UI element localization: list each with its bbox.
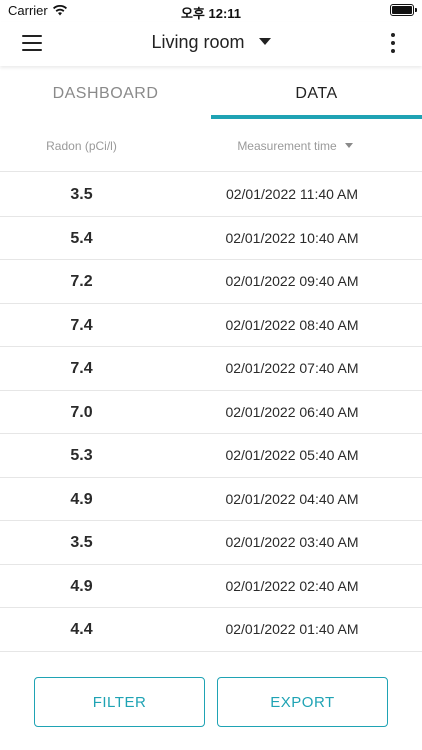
radon-value: 7.4 — [70, 360, 93, 377]
radon-value: 7.2 — [70, 273, 93, 290]
radon-value: 5.4 — [70, 229, 93, 247]
radon-value: 4.9 — [70, 577, 93, 595]
measurement-time: 02/01/2022 09:40 AM — [225, 273, 359, 289]
radon-value: 3.5 — [70, 186, 93, 203]
time-column-header[interactable]: Measurement time — [215, 139, 375, 153]
radon-value: 4.4 — [70, 621, 93, 638]
measurement-time: 02/01/2022 02:40 AM — [225, 577, 359, 594]
radon-value: 3.5 — [70, 534, 93, 551]
measurement-time: 02/01/2022 11:40 AM — [225, 186, 359, 202]
radon-column-header: Radon (pCi/l) — [46, 139, 117, 153]
table-row: 4.9 02/01/2022 02:40 AM — [0, 565, 422, 608]
measurement-time: 02/01/2022 04:40 AM — [225, 490, 359, 507]
room-selector[interactable]: Living room — [0, 32, 422, 53]
measurement-time: 02/01/2022 07:40 AM — [225, 360, 359, 376]
active-tab-indicator — [211, 115, 422, 119]
tab-bar: DASHBOARD DATA — [0, 72, 422, 119]
export-button[interactable]: EXPORT — [217, 677, 388, 727]
table-row: 5.3 02/01/2022 05:40 AM — [0, 434, 422, 478]
table-row: 7.0 02/01/2022 06:40 AM — [0, 391, 422, 434]
radon-value: 4.9 — [70, 490, 93, 508]
table-row: 4.9 02/01/2022 04:40 AM — [0, 478, 422, 521]
filter-button[interactable]: FILTER — [34, 677, 205, 727]
table-row: 7.4 02/01/2022 07:40 AM — [0, 347, 422, 391]
room-title: Living room — [151, 32, 245, 52]
table-row: 3.5 02/01/2022 11:40 AM — [0, 173, 422, 217]
table-row: 4.4 02/01/2022 01:40 AM — [0, 608, 422, 652]
status-bar: Carrier 오후 12:11 — [0, 0, 422, 22]
clock: 오후 12:11 — [180, 6, 242, 21]
measurement-time: 02/01/2022 08:40 AM — [225, 316, 359, 333]
sort-down-icon — [344, 143, 353, 148]
time-column-label: Measurement time — [237, 139, 337, 153]
measurement-time: 02/01/2022 06:40 AM — [225, 403, 359, 420]
table-header: Radon (pCi/l) Measurement time — [0, 120, 422, 172]
table-row: 5.4 02/01/2022 10:40 AM — [0, 217, 422, 260]
measurement-list: 3.5 02/01/2022 11:40 AM 5.4 02/01/2022 10:… — [0, 173, 422, 652]
measurement-time: 02/01/2022 05:40 AM — [225, 447, 359, 463]
radon-value: 5.3 — [70, 447, 93, 464]
table-row: 3.5 02/01/2022 03:40 AM — [0, 521, 422, 565]
tab-data[interactable]: DATA — [211, 72, 422, 118]
measurement-time: 02/01/2022 01:40 AM — [225, 621, 359, 637]
measurement-time: 02/01/2022 10:40 AM — [225, 229, 359, 246]
chevron-down-icon — [258, 37, 271, 45]
table-row: 7.4 02/01/2022 08:40 AM — [0, 304, 422, 347]
battery-icon — [390, 4, 417, 16]
table-row: 7.2 02/01/2022 09:40 AM — [0, 260, 422, 304]
radon-value: 7.4 — [70, 316, 93, 334]
tab-dashboard[interactable]: DASHBOARD — [0, 72, 211, 118]
more-vertical-icon[interactable] — [390, 33, 396, 53]
measurement-time: 02/01/2022 03:40 AM — [225, 534, 359, 550]
radon-value: 7.0 — [70, 403, 93, 421]
app-bar: Living room — [0, 22, 422, 66]
